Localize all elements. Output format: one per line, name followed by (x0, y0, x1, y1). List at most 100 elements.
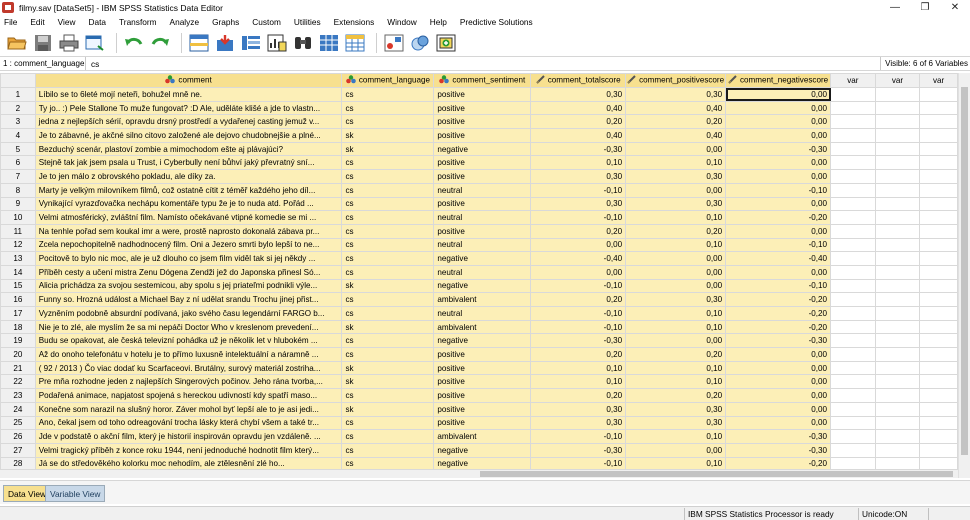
cell-comment-language[interactable]: cs (341, 182, 435, 198)
cell-empty-var[interactable] (919, 182, 958, 198)
redo-icon[interactable] (149, 32, 171, 54)
cell-comment-totalscore[interactable]: -0,10 (530, 210, 627, 225)
cell-comment-positivescore[interactable]: 0,30 (625, 87, 727, 102)
cell-empty-var[interactable] (874, 374, 921, 390)
cell-comment-totalscore[interactable]: 0,00 (530, 237, 627, 253)
cell-comment-negativescore[interactable]: -0,10 (725, 182, 832, 198)
cell-comment-totalscore[interactable]: 0,10 (530, 374, 627, 390)
column-header-var[interactable]: var (830, 73, 876, 88)
cell-comment-negativescore[interactable]: 0,00 (725, 401, 832, 417)
cell-comment[interactable]: jedna z nejlepších sérií, opravdu drsný … (34, 114, 343, 130)
cell-comment-negativescore[interactable]: -0,10 (725, 278, 832, 294)
cell-comment-positivescore[interactable]: 0,00 (625, 442, 727, 458)
cell-empty-var[interactable] (830, 429, 876, 444)
cell-empty-var[interactable] (830, 141, 876, 157)
cell-empty-var[interactable] (874, 128, 921, 143)
weight-cases-icon[interactable] (409, 32, 431, 54)
cell-empty-var[interactable] (874, 223, 921, 239)
column-header-var[interactable]: var (874, 73, 921, 88)
cell-empty-var[interactable] (874, 251, 921, 266)
row-number[interactable]: 23 (0, 388, 36, 403)
cell-comment-language[interactable]: sk (341, 128, 435, 143)
cell-comment-totalscore[interactable]: 0,20 (530, 347, 627, 362)
cell-comment-totalscore[interactable]: 0,20 (530, 388, 627, 403)
cell-comment-totalscore[interactable]: 0,30 (530, 401, 627, 417)
menu-utilities[interactable]: Utilities (291, 17, 324, 27)
cell-empty-var[interactable] (874, 141, 921, 157)
cell-empty-var[interactable] (874, 87, 921, 102)
cell-comment[interactable]: Podařená animace, napjatost spojená s he… (34, 388, 343, 403)
menu-help[interactable]: Help (427, 17, 450, 27)
cell-comment-negativescore[interactable]: 0,00 (725, 100, 832, 116)
cell-comment[interactable]: ( 92 / 2013 ) Čo viac dodať ku Scarfaceo… (34, 360, 343, 376)
row-number[interactable]: 6 (0, 155, 36, 171)
cell-empty-var[interactable] (830, 442, 876, 458)
cell-comment-sentiment[interactable]: positive (433, 388, 532, 403)
cell-comment-negativescore[interactable]: 0,00 (725, 388, 832, 403)
cell-comment-sentiment[interactable]: positive (433, 415, 532, 431)
cell-comment-totalscore[interactable]: 0,20 (530, 292, 627, 307)
column-header-comment-totalscore[interactable]: comment_totalscore (530, 73, 627, 88)
cell-comment-totalscore[interactable]: 0,10 (530, 360, 627, 376)
cell-empty-var[interactable] (919, 347, 958, 362)
cell-comment[interactable]: Pocitově to bylo nic moc, ale je už dlou… (34, 251, 343, 266)
cell-empty-var[interactable] (919, 237, 958, 253)
cell-comment-positivescore[interactable]: 0,00 (625, 141, 727, 157)
cell-comment-language[interactable]: cs (341, 429, 435, 444)
cell-comment-positivescore[interactable]: 0,20 (625, 347, 727, 362)
cell-comment-sentiment[interactable]: ambivalent (433, 292, 532, 307)
cell-comment[interactable]: Líbilo se to 6leté mojí neteři, bohužel … (34, 87, 343, 102)
cell-comment-positivescore[interactable]: 0,10 (625, 237, 727, 253)
cell-empty-var[interactable] (830, 100, 876, 116)
tab-data-view[interactable]: Data View (3, 485, 52, 502)
cell-comment-totalscore[interactable]: 0,30 (530, 87, 627, 102)
variables-icon[interactable] (240, 32, 262, 54)
cell-comment-sentiment[interactable]: neutral (433, 210, 532, 225)
cell-empty-var[interactable] (830, 319, 876, 335)
cell-empty-var[interactable] (830, 264, 876, 280)
cell-comment-totalscore[interactable]: -0,10 (530, 429, 627, 444)
cell-comment[interactable]: Zcela nepochopitelně nadhodnocený film. … (34, 237, 343, 253)
cell-comment-sentiment[interactable]: negative (433, 442, 532, 458)
cell-comment[interactable]: Až do onoho telefonátu v hotelu je to př… (34, 347, 343, 362)
cell-comment-sentiment[interactable]: positive (433, 114, 532, 130)
cell-comment-negativescore[interactable]: 0,00 (725, 114, 832, 130)
cell-empty-var[interactable] (830, 237, 876, 253)
cell-comment-language[interactable]: cs (341, 442, 435, 458)
cell-comment-sentiment[interactable]: ambivalent (433, 429, 532, 444)
cell-comment[interactable]: Velmi atmosférický, zvláštní film. Namís… (34, 210, 343, 225)
row-number[interactable]: 21 (0, 360, 36, 376)
cell-comment-sentiment[interactable]: positive (433, 374, 532, 390)
row-number[interactable]: 2 (0, 100, 36, 116)
cell-empty-var[interactable] (830, 196, 876, 212)
row-number[interactable]: 22 (0, 374, 36, 390)
cell-comment-positivescore[interactable]: 0,40 (625, 100, 727, 116)
cell-empty-var[interactable] (874, 306, 921, 321)
cell-empty-var[interactable] (919, 415, 958, 431)
cell-comment-negativescore[interactable]: -0,20 (725, 210, 832, 225)
cell-comment-positivescore[interactable]: 0,10 (625, 210, 727, 225)
print-icon[interactable] (58, 32, 80, 54)
row-number[interactable]: 15 (0, 278, 36, 294)
cell-comment[interactable]: Stejně tak jak jsem psala u Trust, i Cyb… (34, 155, 343, 171)
cell-empty-var[interactable] (874, 360, 921, 376)
cell-comment[interactable]: Marty je velkým milovníkem filmů, což os… (34, 182, 343, 198)
goto-variable-icon[interactable] (214, 32, 236, 54)
cell-empty-var[interactable] (830, 87, 876, 102)
cell-empty-var[interactable] (830, 292, 876, 307)
cell-comment-negativescore[interactable]: 0,00 (725, 87, 832, 102)
cell-comment-totalscore[interactable]: 0,30 (530, 169, 627, 184)
cell-comment-positivescore[interactable]: 0,30 (625, 292, 727, 307)
cell-comment-positivescore[interactable]: 0,10 (625, 360, 727, 376)
cell-comment-positivescore[interactable]: 0,00 (625, 264, 727, 280)
cell-comment-positivescore[interactable]: 0,30 (625, 196, 727, 212)
cell-empty-var[interactable] (830, 374, 876, 390)
cell-empty-var[interactable] (830, 169, 876, 184)
cell-empty-var[interactable] (874, 182, 921, 198)
cell-empty-var[interactable] (919, 264, 958, 280)
cell-comment-sentiment[interactable]: positive (433, 155, 532, 171)
tab-variable-view[interactable]: Variable View (45, 485, 106, 502)
row-number[interactable]: 16 (0, 292, 36, 307)
cell-comment-language[interactable]: cs (341, 251, 435, 266)
menu-view[interactable]: View (55, 17, 79, 27)
